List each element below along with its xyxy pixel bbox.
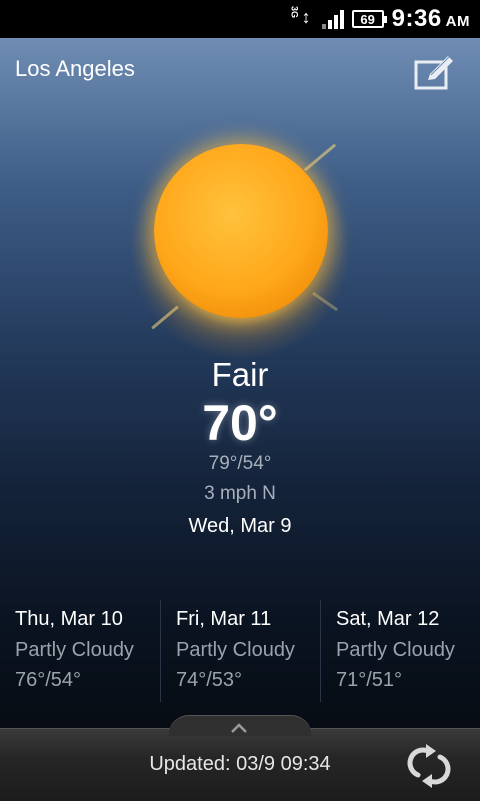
forecast-condition: Partly Cloudy [15,639,134,661]
current-date: Wed, Mar 9 [188,515,292,537]
forecast-temps: 71°/51° [336,669,403,691]
clock-time: 9:36 [391,5,442,32]
status-bar: 3G ↕ 69 9:36 AM [0,0,480,38]
forecast-day[interactable]: Fri, Mar 11 Partly Cloudy 74°/53° [160,600,320,702]
network-3g-icon: 3G ↕ [288,6,314,32]
data-arrows-icon: ↕ [301,7,311,27]
sun-icon [110,120,370,380]
bottom-bar: Updated: 03/9 09:34 [0,715,480,801]
clock-ampm: AM [445,13,470,30]
city-name[interactable]: Los Angeles [15,56,135,82]
chevron-up-icon[interactable] [230,721,248,735]
forecast-condition: Partly Cloudy [336,639,455,661]
forecast-day[interactable]: Thu, Mar 10 Partly Cloudy 76°/54° [0,600,160,702]
forecast-condition: Partly Cloudy [176,639,295,661]
status-icons: 3G ↕ 69 9:36 AM [288,0,470,38]
forecast-temps: 74°/53° [176,669,243,691]
forecast-day[interactable]: Sat, Mar 12 Partly Cloudy 71°/51° [320,600,480,702]
battery-level: 69 [360,11,375,27]
current-condition: Fair [211,356,269,393]
forecast-day-label: Thu, Mar 10 [15,608,123,630]
signal-icon [321,9,344,29]
refresh-icon [407,744,451,788]
forecast-day-label: Fri, Mar 11 [176,608,272,630]
edit-button[interactable] [414,54,454,92]
edit-icon [414,56,453,90]
current-temperature: 70° [202,395,278,451]
hi-lo-temperature: 79°/54° [208,453,272,474]
forecast-list: Thu, Mar 10 Partly Cloudy 76°/54° Fri, M… [0,600,480,702]
refresh-button[interactable] [404,741,454,791]
status-clock: 9:36 AM [392,5,470,33]
battery-icon: 69 [351,10,387,28]
wind-speed: 3 mph N [204,483,276,504]
forecast-day-label: Sat, Mar 12 [336,608,440,630]
network-type-label: 3G [289,6,300,19]
forecast-temps: 76°/54° [15,669,82,691]
weather-panel: Los Angeles Fair 70° 79°/54° 3 mph N Wed… [0,38,480,728]
